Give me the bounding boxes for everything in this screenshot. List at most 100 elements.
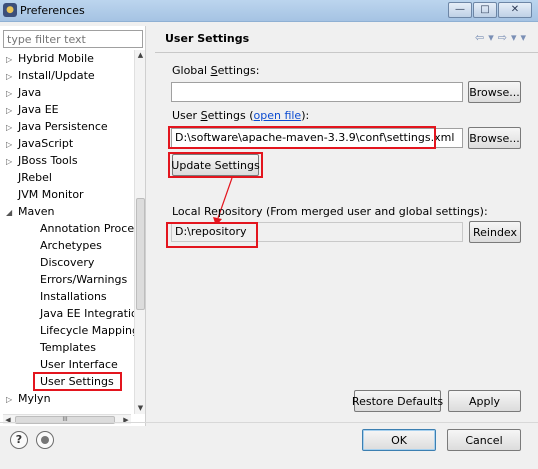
global-settings-label: Global Settings: (172, 64, 259, 77)
reindex-button[interactable]: Reindex (469, 221, 521, 243)
tree-item-label: Errors/Warnings (40, 273, 128, 286)
expand-arrow-icon[interactable]: ▷ (6, 102, 18, 119)
help-icon[interactable]: ? (10, 431, 28, 449)
tree-item-java-ee-integration[interactable]: Java EE Integration (40, 305, 134, 322)
scroll-up-arrow-icon[interactable]: ▲ (135, 50, 146, 61)
tree-item-user-settings[interactable]: User Settings (40, 373, 114, 390)
tree-item-label: Install/Update (18, 69, 95, 82)
page-title: User Settings (165, 32, 250, 45)
tree-item-label: Annotation Processing (40, 222, 134, 235)
tree-item-label: Hybrid Mobile (18, 52, 94, 65)
close-button[interactable]: ✕ (498, 2, 532, 18)
page-header: User Settings ⇦ ▾ ⇨ ▾ ▾ (155, 26, 538, 52)
title-bar: ● Preferences — □ ✕ (0, 0, 538, 22)
user-settings-field[interactable]: D:\software\apache-maven-3.3.9\conf\sett… (171, 128, 463, 148)
local-repository-field: D:\repository (171, 222, 463, 242)
expand-arrow-icon[interactable]: ▷ (6, 51, 18, 68)
tree-item-label: Archetypes (40, 239, 102, 252)
open-file-link[interactable]: open file (254, 109, 302, 122)
forward-arrow-icon[interactable]: ⇨ (498, 31, 507, 44)
collapse-arrow-icon[interactable]: ◢ (6, 204, 18, 221)
preferences-tree: ▷ Hybrid Mobile ▷ Install/Update ▷ Java ▷ Ja… (0, 50, 134, 414)
tree-item-maven[interactable]: ◢ Maven (6, 203, 54, 220)
view-menu-icon[interactable]: ▾ (520, 31, 526, 44)
footer-divider (0, 422, 538, 423)
tree-item-errors-warnings[interactable]: Errors/Warnings (40, 271, 127, 288)
expand-arrow-icon[interactable]: ▷ (6, 136, 18, 153)
tree-item-label: Lifecycle Mappings (40, 324, 134, 337)
expand-arrow-icon[interactable]: ▷ (6, 391, 18, 408)
eclipse-app-icon: ● (3, 3, 17, 17)
tree-item-label: Mylyn (18, 392, 51, 405)
tree-item-label: Java (18, 86, 42, 99)
tree-item-label: Installations (40, 290, 107, 303)
label-text: ettings ( (207, 109, 254, 122)
expand-arrow-icon[interactable]: ▷ (6, 68, 18, 85)
update-settings-button[interactable]: Update Settings (171, 154, 260, 176)
ok-button[interactable]: OK (362, 429, 436, 451)
tree-item-label: Templates (40, 341, 96, 354)
tree-item-user-interface[interactable]: User Interface (40, 356, 118, 373)
label-text: ettings: (217, 64, 260, 77)
forward-history-menu-icon[interactable]: ▾ (511, 31, 517, 44)
global-browse-button[interactable]: Browse... (468, 81, 521, 103)
tree-item-jrebel[interactable]: JRebel (6, 169, 52, 186)
back-arrow-icon[interactable]: ⇦ (475, 31, 484, 44)
tree-item-label: User Settings (40, 375, 114, 388)
filter-input[interactable] (3, 30, 143, 48)
tree-item-label: Java EE Integration (40, 307, 134, 320)
scroll-left-arrow-icon[interactable]: ◀ (3, 415, 13, 425)
label-text: Global (172, 64, 211, 77)
cancel-button[interactable]: Cancel (447, 429, 521, 451)
record-macro-icon[interactable] (36, 431, 54, 449)
tree-item-javascript[interactable]: ▷ JavaScript (6, 135, 73, 152)
scroll-right-arrow-icon[interactable]: ▶ (121, 415, 131, 425)
tree-item-java-ee[interactable]: ▷ Java EE (6, 101, 59, 118)
scroll-down-arrow-icon[interactable]: ▼ (135, 403, 146, 414)
restore-defaults-button[interactable]: Restore Defaults (352, 390, 443, 412)
tree-item-discovery[interactable]: Discovery (40, 254, 94, 271)
scrollbar-thumb[interactable] (136, 198, 145, 310)
user-settings-label: User Settings (open file): (172, 109, 309, 122)
tree-item-install-update[interactable]: ▷ Install/Update (6, 67, 95, 84)
maximize-button[interactable]: □ (473, 2, 497, 18)
preferences-tree-panel: ▷Hybrid Mobile ▷Install/Update ▷Java ▷Ja… (0, 26, 146, 426)
tree-item-mylyn[interactable]: ▷ Mylyn (6, 390, 51, 407)
tree-item-hybrid-mobile[interactable]: ▷ Hybrid Mobile (6, 50, 94, 67)
tree-item-label: JVM Monitor (18, 188, 84, 201)
window-controls: — □ ✕ (448, 2, 532, 18)
tree-item-java[interactable]: ▷ Java (6, 84, 41, 101)
tree-item-jvm-monitor[interactable]: JVM Monitor (6, 186, 84, 203)
tree-item-label: JBoss Tools (18, 154, 78, 167)
window-title: Preferences (20, 4, 85, 17)
tree-item-lifecycle-mappings[interactable]: Lifecycle Mappings (40, 322, 134, 339)
annotation-arrow (213, 177, 233, 226)
tree-item-archetypes[interactable]: Archetypes (40, 237, 102, 254)
expand-arrow-icon[interactable]: ▷ (6, 153, 18, 170)
tree-item-java-persistence[interactable]: ▷ Java Persistence (6, 118, 108, 135)
tree-item-label: JavaScript (18, 137, 74, 150)
global-settings-field[interactable] (171, 82, 463, 102)
back-history-menu-icon[interactable]: ▾ (488, 31, 494, 44)
local-repository-label: Local Repository (From merged user and g… (172, 205, 488, 218)
tree-item-label: Java EE (18, 103, 59, 116)
minimize-button[interactable]: — (448, 2, 472, 18)
mnemonic-key: S (210, 64, 218, 77)
tree-item-templates[interactable]: Templates (40, 339, 96, 356)
expand-arrow-icon[interactable]: ▷ (6, 85, 18, 102)
mnemonic-key: S (200, 109, 208, 122)
apply-button[interactable]: Apply (448, 390, 521, 412)
tree-item-label: Discovery (40, 256, 95, 269)
expand-arrow-icon[interactable]: ▷ (6, 119, 18, 136)
user-browse-button[interactable]: Browse... (468, 127, 521, 149)
tree-item-installations[interactable]: Installations (40, 288, 107, 305)
tree-item-jboss-tools[interactable]: ▷ JBoss Tools (6, 152, 78, 169)
tree-item-label: JRebel (18, 171, 52, 184)
header-divider (155, 52, 538, 53)
page-navigation: ⇦ ▾ ⇨ ▾ ▾ (475, 31, 526, 44)
tree-item-annotation-processing[interactable]: Annotation Processing (40, 220, 134, 237)
label-text: ): (301, 109, 310, 122)
tree-vertical-scrollbar[interactable]: ▲ ▼ (134, 50, 145, 414)
tree-item-label: Java Persistence (18, 120, 108, 133)
tree-item-label: Maven (18, 205, 55, 218)
